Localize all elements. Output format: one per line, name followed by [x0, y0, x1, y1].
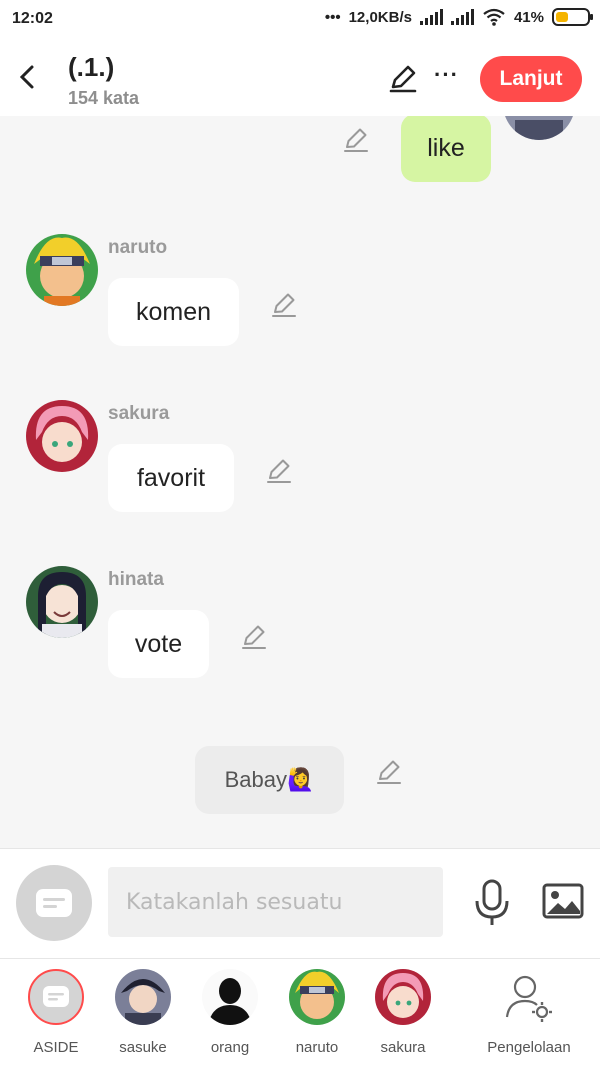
edit-message-icon[interactable] — [375, 758, 403, 786]
battery-icon — [552, 8, 593, 26]
sasuke-avatar — [115, 969, 171, 1025]
manage-label: Pengelolaan — [487, 1039, 571, 1056]
edit-message-icon[interactable] — [342, 126, 370, 154]
character-bar: ASIDE sasuke orang naruto sakura Pengelo… — [0, 958, 600, 1067]
edit-title-icon[interactable] — [388, 64, 418, 94]
naruto-avatar — [289, 969, 345, 1025]
message-input[interactable] — [108, 867, 443, 937]
header: (.1.) 154 kata ··· Lanjut — [0, 40, 600, 116]
wifi-icon — [483, 8, 505, 26]
avatar-hinata[interactable] — [26, 566, 98, 638]
back-arrow-icon[interactable] — [14, 60, 42, 94]
manage-characters-button[interactable]: Pengelolaan — [484, 969, 574, 1056]
character-name: naruto — [108, 237, 168, 258]
avatar-naruto[interactable] — [26, 234, 98, 306]
edit-message-icon[interactable] — [270, 291, 298, 319]
dots-icon: ••• — [324, 8, 341, 26]
narration-bubble[interactable]: Babay🙋‍♀️ — [195, 746, 344, 814]
image-icon[interactable] — [542, 881, 584, 921]
edit-message-icon[interactable] — [240, 623, 268, 651]
message-bubble-left[interactable]: vote — [108, 610, 209, 678]
character-sakura[interactable]: sakura — [358, 969, 448, 1056]
edit-message-icon[interactable] — [265, 457, 293, 485]
character-name: hinata — [108, 569, 164, 590]
aside-avatar — [28, 969, 84, 1025]
more-options-icon[interactable]: ··· — [434, 62, 459, 88]
character-aside[interactable]: ASIDE — [11, 969, 101, 1056]
story-title: (.1.) — [68, 52, 115, 82]
word-count: 154 kata — [68, 88, 140, 108]
narration-icon — [36, 889, 72, 917]
battery-percent: 41% — [513, 8, 544, 26]
sakura-avatar — [375, 969, 431, 1025]
signal-icon-2 — [450, 9, 474, 25]
aside-toggle-button[interactable] — [16, 865, 92, 941]
message-bubble-right[interactable]: like — [401, 116, 491, 182]
orang-avatar — [202, 969, 258, 1025]
network-speed: 12,0KB/s — [348, 8, 412, 26]
character-naruto[interactable]: naruto — [272, 969, 362, 1056]
message-bubble-left[interactable]: favorit — [108, 444, 234, 512]
signal-icon — [419, 9, 443, 25]
character-name: sakura — [108, 403, 170, 424]
chat-area: like naruto komen sakura favorit hinata … — [0, 116, 600, 848]
input-bar — [0, 848, 600, 958]
message-bubble-left[interactable]: komen — [108, 278, 239, 346]
character-label: sasuke — [119, 1039, 167, 1056]
user-gear-icon — [501, 969, 557, 1025]
character-label: naruto — [295, 1039, 339, 1056]
avatar-sakura[interactable] — [26, 400, 98, 472]
next-button[interactable]: Lanjut — [480, 56, 582, 102]
character-orang[interactable]: orang — [185, 969, 275, 1056]
character-label: ASIDE — [33, 1039, 79, 1056]
microphone-icon[interactable] — [472, 879, 512, 927]
character-label: orang — [210, 1039, 250, 1056]
avatar-sasuke[interactable] — [503, 116, 575, 140]
status-time: 12:02 — [12, 10, 53, 27]
status-bar: 12:02 ••• 12,0KB/s 41% — [0, 0, 600, 40]
character-label: sakura — [380, 1039, 426, 1056]
character-sasuke[interactable]: sasuke — [98, 969, 188, 1056]
